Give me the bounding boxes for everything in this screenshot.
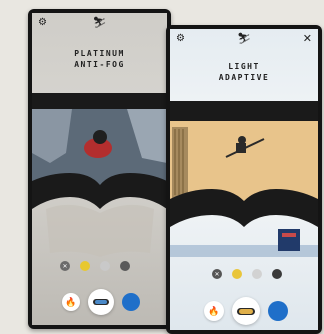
goggle-preview-screen: ⚙ ⛷ PLATINUM ANTI-FOG ✕ 🔥 bbox=[32, 13, 167, 325]
app-screenshot-collage: ⚙ ⛷ PLATINUM ANTI-FOG ✕ 🔥 ⚙ ⛷ ✕ LIGHT AD… bbox=[0, 0, 324, 334]
color-options: ✕ bbox=[170, 269, 318, 281]
blue-action-button[interactable] bbox=[122, 293, 140, 311]
goggle-icon bbox=[93, 299, 109, 305]
banner-stripe bbox=[282, 233, 296, 237]
skier-helmet bbox=[93, 130, 107, 144]
goggle-lens-view bbox=[170, 101, 318, 257]
lens-reflection bbox=[46, 204, 154, 257]
stadium-stripes bbox=[174, 129, 184, 195]
goggle-lens-view bbox=[32, 93, 167, 257]
color-option-dark[interactable] bbox=[272, 269, 282, 279]
color-options: ✕ bbox=[32, 261, 167, 273]
phone-light-adaptive: ⚙ ⛷ ✕ LIGHT ADAPTIVE ✕ 🔥 bbox=[166, 25, 322, 334]
banner-sign bbox=[278, 229, 300, 251]
goggle-strap bbox=[32, 93, 167, 111]
flame-icon[interactable]: 🔥 bbox=[62, 293, 80, 311]
flame-icon[interactable]: 🔥 bbox=[204, 301, 224, 321]
goggle-preview-screen: ⚙ ⛷ ✕ LIGHT ADAPTIVE ✕ 🔥 bbox=[170, 29, 318, 330]
color-option-yellow[interactable] bbox=[232, 269, 242, 279]
color-option-none[interactable]: ✕ bbox=[212, 269, 222, 279]
goggle-strap bbox=[170, 101, 318, 123]
blue-action-button[interactable] bbox=[268, 301, 288, 321]
goggle-preview-button[interactable] bbox=[232, 297, 260, 325]
phone-platinum: ⚙ ⛷ PLATINUM ANTI-FOG ✕ 🔥 bbox=[28, 9, 171, 329]
goggle-preview-button[interactable] bbox=[88, 289, 114, 315]
color-option-silver[interactable] bbox=[100, 261, 110, 271]
color-option-dark[interactable] bbox=[120, 261, 130, 271]
color-option-none[interactable]: ✕ bbox=[60, 261, 70, 271]
color-option-yellow[interactable] bbox=[80, 261, 90, 271]
goggle-icon bbox=[237, 307, 255, 315]
color-option-silver[interactable] bbox=[252, 269, 262, 279]
